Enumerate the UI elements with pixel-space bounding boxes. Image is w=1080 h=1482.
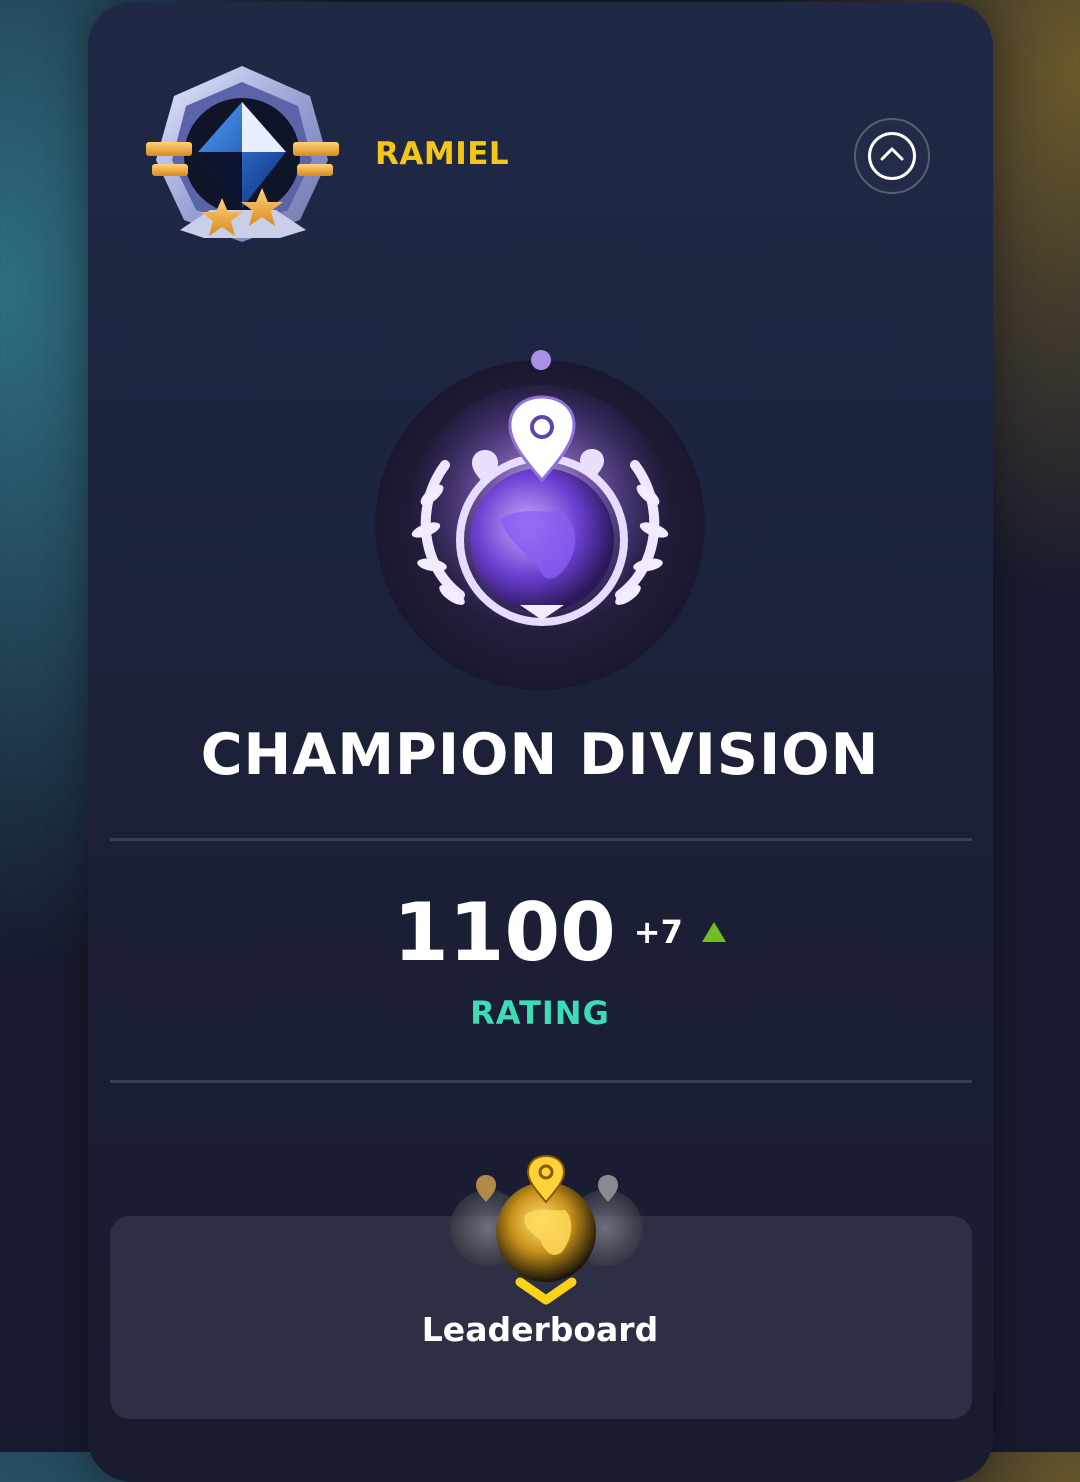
rating-label: RATING [470, 994, 610, 1032]
trend-up-icon [701, 922, 726, 942]
chevron-up-circle-icon [868, 132, 916, 180]
division-title: CHAMPION DIVISION [200, 722, 880, 788]
collapse-button[interactable] [854, 118, 930, 194]
divider-top [110, 838, 972, 841]
leaderboard-label: Leaderboard [421, 1310, 659, 1349]
player-name: RAMIEL [375, 136, 510, 172]
rating-row: 1100 +7 [0, 885, 1080, 980]
golden-globe-icon [450, 1154, 643, 1305]
rating-value: 1100 [393, 886, 616, 979]
divider-bottom [110, 1080, 972, 1083]
rating-delta: +7 [633, 913, 683, 951]
rank-badge-icon [146, 66, 339, 242]
globe-laurel-emblem-icon [375, 350, 705, 690]
